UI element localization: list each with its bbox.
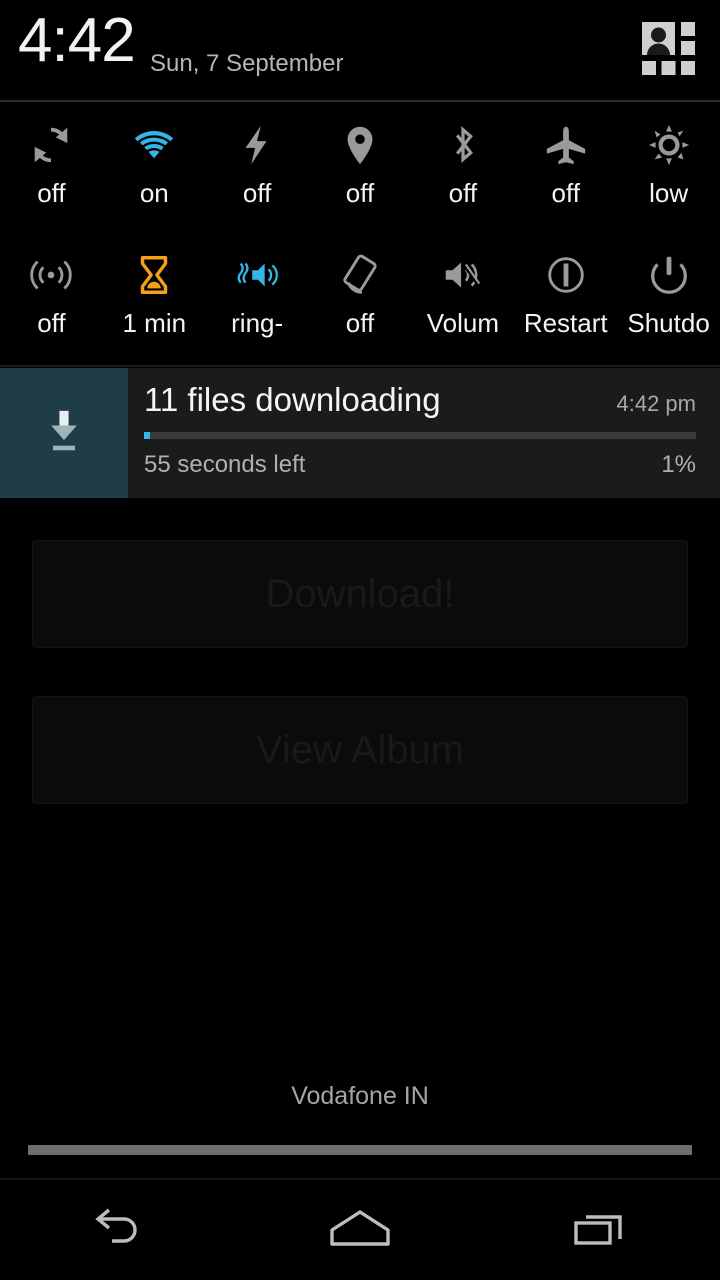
restart-icon [541,250,591,300]
qs-label-screen-timeout: 1 min [122,308,187,338]
shade-drag-handle[interactable] [28,1145,692,1155]
airplane-icon [541,120,591,170]
background-download-label: Download! [265,571,455,616]
qs-tile-sync[interactable]: off [0,102,103,232]
navigation-bar [0,1180,720,1280]
recents-icon [570,1205,630,1256]
qs-tile-flash[interactable]: off [206,102,309,232]
back-button[interactable] [40,1180,200,1280]
qs-tile-restart[interactable]: Restart [514,232,617,362]
background-view-album-label: View Album [255,727,465,772]
download-progress-fill [144,432,150,440]
qs-label-shutdown: Shutdo [627,308,710,338]
notification-icon-panel [0,368,128,498]
quick-settings-divider [0,365,720,367]
notification-body: 11 files downloading 4:42 pm 55 seconds … [128,368,720,498]
hourglass-icon [129,250,179,300]
ringer-vibrate-icon [232,250,282,300]
qs-label-wifi: on [139,178,169,208]
bluetooth-icon [438,120,488,170]
qs-label-sync: off [37,178,66,208]
qs-tile-rotation[interactable]: off [309,232,412,362]
user-tiles-icon[interactable] [642,22,698,78]
location-icon [335,120,385,170]
download-progress-bar [144,432,696,440]
qs-label-hotspot: off [37,308,66,338]
clock: 4:42 [18,6,136,75]
background-download-button: Download! [32,540,688,648]
qs-tile-hotspot[interactable]: off [0,232,103,362]
quick-settings-row-2: off 1 min ring- off Volum Restart Shutdo [0,232,720,362]
qs-label-brightness: low [649,178,689,208]
qs-tile-ringer[interactable]: ring- [206,232,309,362]
wifi-icon [129,120,179,170]
notification-time: 4:42 pm [616,391,697,416]
home-icon [328,1205,392,1256]
qs-tile-screen-timeout[interactable]: 1 min [103,232,206,362]
shutdown-icon [644,250,694,300]
rotation-lock-icon [335,250,385,300]
notification-title: 11 files downloading [144,381,441,418]
background-view-album-button: View Album [32,696,688,804]
notification-percent: 1% [661,451,696,479]
qs-tile-airplane[interactable]: off [514,102,617,232]
quick-settings-panel: off on off off off off low off 1 min rin… [0,102,720,367]
qs-tile-location[interactable]: off [309,102,412,232]
qs-label-rotation: off [345,308,375,338]
hotspot-icon [26,250,76,300]
qs-label-restart: Restart [523,308,608,338]
flash-icon [232,120,282,170]
qs-tile-brightness[interactable]: low [617,102,720,232]
volume-icon [438,250,488,300]
qs-label-volume: Volum [426,308,499,338]
brightness-icon [644,120,694,170]
sync-icon [26,120,76,170]
carrier-label: Vodafone IN [291,1082,429,1110]
android-notification-shade: 4:42 Sun, 7 September off on off off off… [0,0,720,1280]
qs-label-flash: off [242,178,272,208]
date-label: Sun, 7 September [150,50,344,77]
qs-tile-shutdown[interactable]: Shutdo [617,232,720,362]
dimmed-background-app: Download! View Album [0,500,720,1060]
qs-tile-wifi[interactable]: on [103,102,206,232]
qs-label-ringer: ring- [231,308,284,338]
quick-settings-row-1: off on off off off off low [0,102,720,232]
recents-button[interactable] [520,1180,680,1280]
notification-download[interactable]: 11 files downloading 4:42 pm 55 seconds … [0,368,720,498]
qs-tile-bluetooth[interactable]: off [411,102,514,232]
qs-tile-volume[interactable]: Volum [411,232,514,362]
download-icon [42,405,86,462]
home-button[interactable] [280,1180,440,1280]
qs-label-airplane: off [551,178,580,208]
back-icon [90,1205,150,1256]
shade-header: 4:42 Sun, 7 September [0,0,720,102]
notification-time-remaining: 55 seconds left [144,451,306,479]
qs-label-bluetooth: off [448,178,478,208]
qs-label-location: off [345,178,375,208]
